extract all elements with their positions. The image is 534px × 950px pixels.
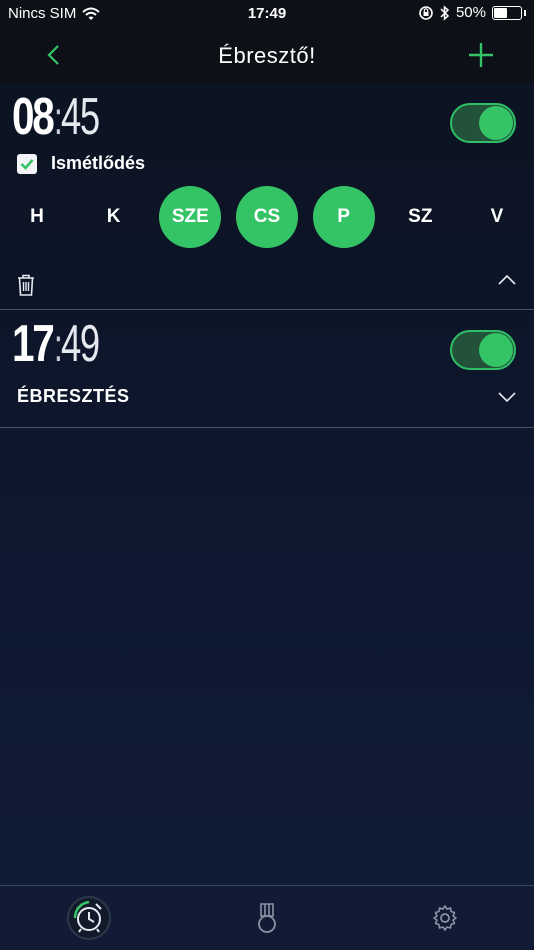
- alarm-item[interactable]: 08 : 45 Ismétlődés H K SZE CS P SZ V: [0, 83, 534, 310]
- expand-button[interactable]: [498, 390, 516, 403]
- repeat-label: Ismétlődés: [51, 153, 146, 173]
- day-label: V: [490, 206, 504, 227]
- status-bar: Nincs SIM 17:49 50%: [0, 0, 534, 28]
- checkmark-icon: [20, 158, 34, 170]
- day-thursday[interactable]: CS: [235, 186, 298, 248]
- weekday-selector: H K SZE CS P SZ V: [6, 186, 528, 248]
- gear-icon: [433, 905, 457, 931]
- toggle-knob: [479, 106, 513, 140]
- day-saturday[interactable]: SZ: [389, 186, 451, 248]
- day-label: K: [106, 206, 121, 227]
- day-monday[interactable]: H: [6, 186, 68, 248]
- bluetooth-icon: [440, 4, 450, 21]
- page-title: Ébresztő!: [218, 42, 316, 68]
- alarm-item[interactable]: 17 : 49 ÉBRESZTÉS: [0, 310, 534, 428]
- day-label: H: [30, 206, 44, 227]
- add-alarm-button[interactable]: [464, 38, 498, 72]
- repeat-row[interactable]: Ismétlődés: [17, 153, 145, 174]
- alarm-time[interactable]: 17 : 49: [12, 314, 114, 374]
- toggle-knob: [479, 333, 513, 367]
- battery-fill: [494, 7, 507, 18]
- nav-bar: Ébresztő!: [0, 28, 534, 83]
- day-label: P: [337, 206, 350, 227]
- alarm-minutes: 49: [60, 315, 100, 373]
- tab-bar: [0, 885, 534, 950]
- tab-settings[interactable]: [423, 896, 467, 940]
- day-label: CS: [253, 206, 281, 227]
- alarm-hours: 08: [12, 88, 55, 146]
- battery-icon: [492, 5, 522, 20]
- tab-achievements[interactable]: [245, 896, 289, 940]
- day-wednesday[interactable]: SZE: [159, 186, 222, 248]
- day-sunday[interactable]: V: [466, 186, 528, 248]
- rotation-lock-icon: [419, 5, 433, 20]
- back-button[interactable]: [36, 38, 70, 72]
- alarm-time[interactable]: 08 : 45: [12, 87, 114, 147]
- alarm-clock-icon: [73, 901, 102, 933]
- tab-alarms[interactable]: [67, 896, 111, 940]
- battery-percent: 50%: [455, 4, 486, 21]
- plus-icon: [469, 43, 493, 67]
- alarm-label: ÉBRESZTÉS: [17, 386, 130, 406]
- battery-tip: [524, 9, 526, 16]
- day-label: SZE: [171, 206, 209, 227]
- repeat-checkbox[interactable]: [17, 153, 37, 174]
- chevron-left-icon: [47, 45, 59, 65]
- collapse-button[interactable]: [498, 273, 516, 285]
- day-label: SZ: [408, 206, 433, 227]
- day-tuesday[interactable]: K: [83, 186, 145, 248]
- alarm-minutes: 45: [60, 88, 100, 146]
- alarm-toggle[interactable]: [450, 330, 516, 370]
- alarm-hours: 17: [12, 315, 55, 373]
- medal-icon: [258, 903, 276, 933]
- chevron-up-icon: [498, 274, 516, 285]
- trash-icon: [18, 274, 34, 296]
- alarm-toggle[interactable]: [450, 103, 516, 143]
- status-right: 50%: [418, 4, 526, 21]
- delete-alarm-button[interactable]: [16, 273, 36, 297]
- chevron-down-icon: [498, 392, 516, 403]
- day-friday[interactable]: P: [312, 186, 375, 248]
